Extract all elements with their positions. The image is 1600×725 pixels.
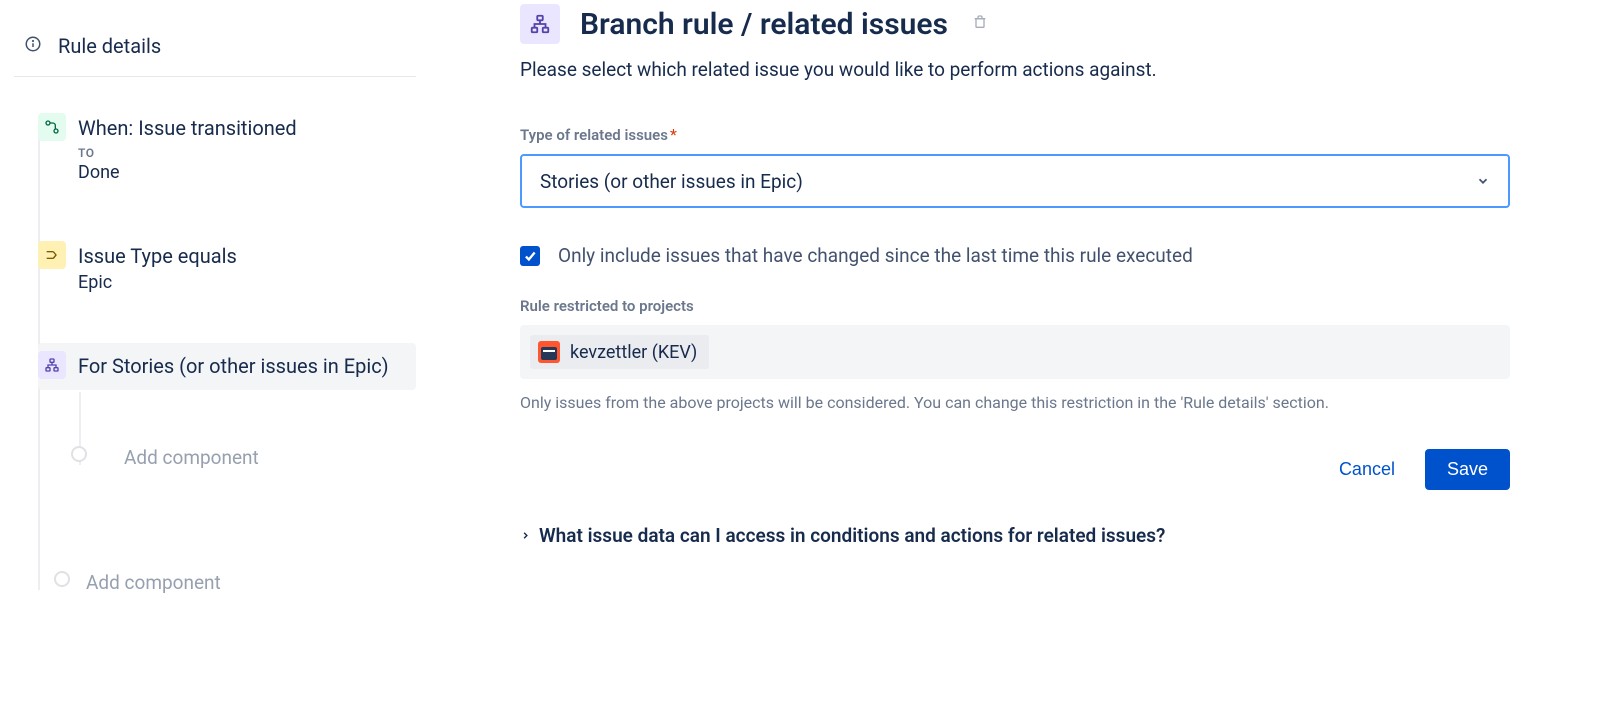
restrict-label: Rule restricted to projects (520, 297, 1510, 315)
cancel-button[interactable]: Cancel (1329, 451, 1405, 488)
branch-children: Add component (84, 440, 416, 475)
project-chip: kevzettler (KEV) (530, 335, 709, 369)
only-changed-label: Only include issues that have changed si… (558, 244, 1193, 267)
add-component-outer[interactable]: Add component (38, 565, 416, 600)
node-placeholder-icon (54, 571, 70, 587)
delete-branch-button[interactable] (972, 14, 988, 34)
condition-title: Issue Type equals (78, 243, 404, 270)
add-component-outer-label: Add component (86, 571, 221, 594)
only-changed-checkbox-row: Only include issues that have changed si… (520, 244, 1510, 267)
trigger-to-value: Done (78, 162, 404, 183)
trigger-node[interactable]: When: Issue transitioned TO Done (38, 105, 416, 193)
project-restriction-box: kevzettler (KEV) (520, 325, 1510, 379)
branch-icon (38, 351, 66, 379)
main-panel: Branch rule / related issues Please sele… (430, 0, 1600, 725)
help-expander-label: What issue data can I access in conditio… (539, 524, 1165, 547)
condition-value: Epic (78, 272, 404, 293)
type-field-label: Type of related issues (520, 126, 668, 144)
trigger-icon (38, 113, 66, 141)
trigger-title: When: Issue transitioned (78, 115, 404, 142)
rule-details-link[interactable]: Rule details (14, 20, 416, 77)
save-button[interactable]: Save (1425, 449, 1510, 490)
rule-details-label: Rule details (58, 34, 161, 58)
type-select-value: Stories (or other issues in Epic) (540, 170, 803, 193)
info-icon (24, 35, 42, 57)
condition-node[interactable]: Issue Type equals Epic (38, 233, 416, 303)
sidebar: Rule details When: Issue transitioned TO… (0, 0, 430, 725)
branch-title: For Stories (or other issues in Epic) (78, 353, 404, 380)
page-description: Please select which related issue you wo… (520, 58, 1510, 81)
add-component-inner-label: Add component (124, 446, 259, 469)
form-buttons: Cancel Save (520, 449, 1510, 490)
trigger-to-label: TO (78, 146, 404, 160)
required-indicator: * (670, 125, 677, 144)
chevron-right-icon (520, 526, 531, 545)
project-icon (538, 341, 560, 363)
help-expander[interactable]: What issue data can I access in conditio… (520, 524, 1510, 547)
add-component-inner[interactable]: Add component (84, 440, 416, 475)
page-title: Branch rule / related issues (580, 7, 948, 42)
branch-node[interactable]: For Stories (or other issues in Epic) (38, 343, 416, 390)
type-select[interactable]: Stories (or other issues in Epic) (520, 154, 1510, 208)
branch-heading-icon (520, 4, 560, 44)
branch-form: Type of related issues* Stories (or othe… (520, 125, 1510, 547)
node-placeholder-icon (71, 446, 87, 462)
chevron-down-icon (1476, 170, 1490, 193)
type-field: Type of related issues* Stories (or othe… (520, 125, 1510, 208)
rule-timeline: When: Issue transitioned TO Done Issue T… (14, 105, 416, 600)
project-name: kevzettler (KEV) (570, 342, 697, 363)
only-changed-checkbox[interactable] (520, 246, 540, 266)
heading-row: Branch rule / related issues (520, 4, 1510, 44)
condition-icon (38, 241, 66, 269)
restriction-helper-text: Only issues from the above projects will… (520, 391, 1510, 415)
